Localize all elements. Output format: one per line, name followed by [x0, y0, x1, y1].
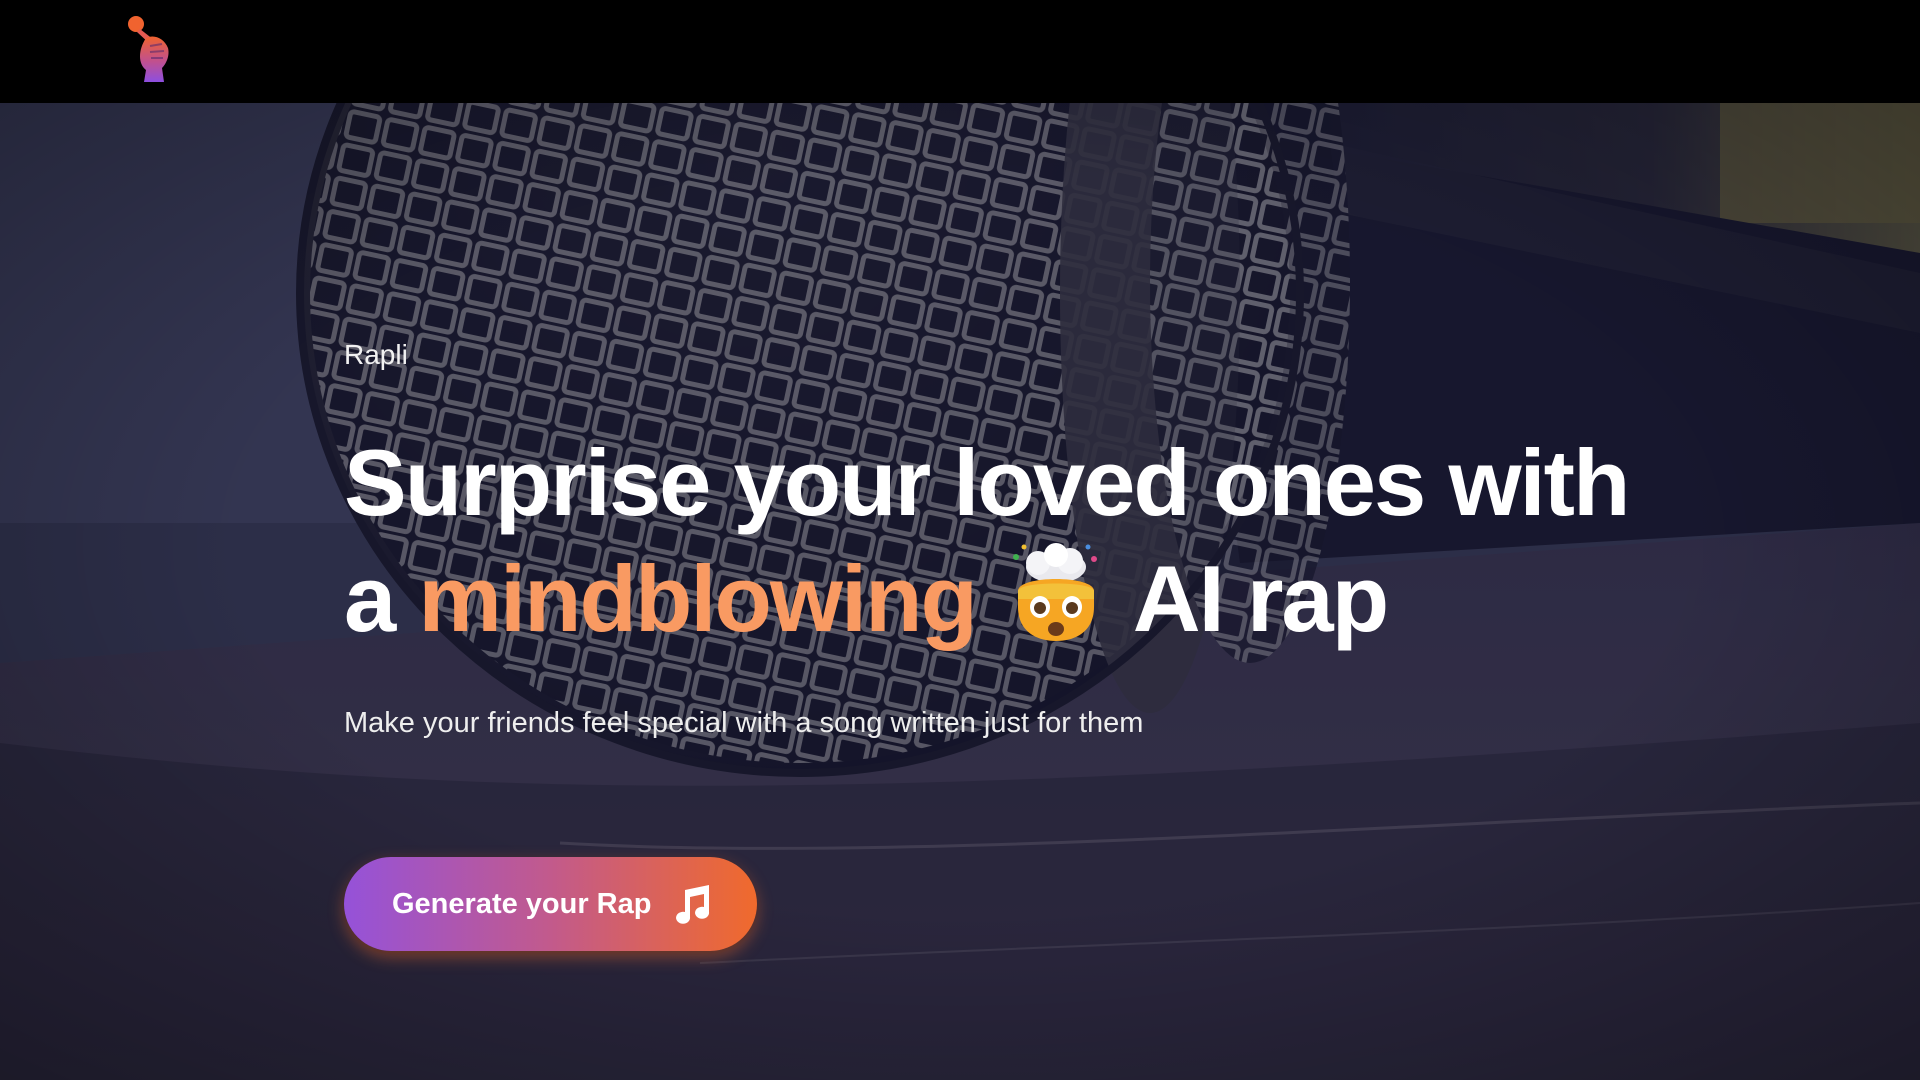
hero-section: Rapli Surprise your loved ones with a mi…	[0, 103, 1920, 1080]
headline-suffix: AI rap	[1132, 546, 1389, 651]
logo-link[interactable]	[124, 14, 176, 84]
hero-headline: Surprise your loved ones with a mindblow…	[344, 425, 1630, 657]
music-note-icon	[676, 885, 710, 924]
headline-accent: mindblowing	[418, 546, 978, 651]
exploding-head-emoji-icon	[1004, 541, 1108, 645]
generate-rap-button-label: Generate your Rap	[392, 887, 652, 920]
brand-eyebrow: Rapli	[344, 339, 408, 370]
hero-subtitle: Make your friends feel special with a so…	[344, 707, 1144, 739]
microphone-fist-icon	[128, 16, 169, 82]
generate-rap-button[interactable]: Generate your Rap	[344, 857, 757, 951]
headline-prefix: a	[344, 546, 396, 651]
headline-line1: Surprise your loved ones with	[344, 430, 1630, 535]
top-navbar	[0, 0, 1920, 103]
